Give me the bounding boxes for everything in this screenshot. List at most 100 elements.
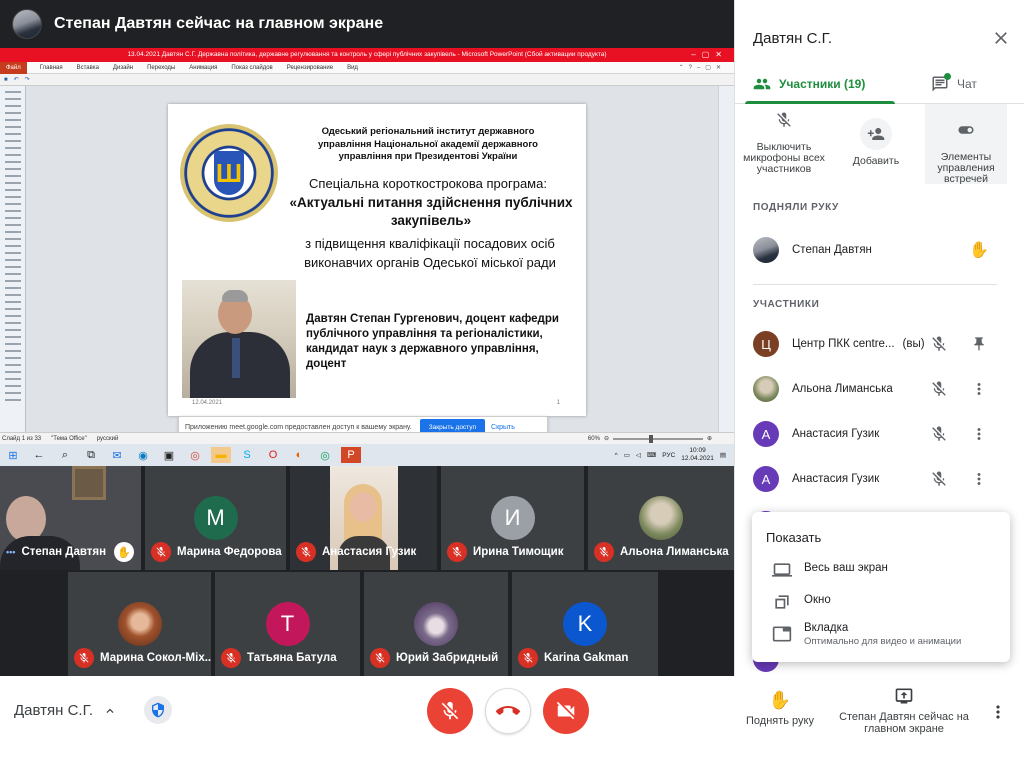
leave-call-button[interactable] (485, 688, 531, 734)
mute-all-button[interactable]: Выключить микрофоны всех участников (743, 104, 825, 184)
clock-time: 10:09 (689, 447, 706, 454)
input-language: РУС (662, 451, 676, 459)
more-options-button[interactable] (988, 702, 1008, 722)
unread-dot-icon (944, 73, 951, 80)
participant-row[interactable]: Ц Центр ПКК centre... (вы) (735, 322, 1024, 366)
keyboard-icon: ⌨ (646, 452, 657, 459)
share-notice-text: Приложению meet.google.com предоставлен … (185, 423, 412, 431)
window-icon (775, 595, 789, 609)
ppt-workspace: Ш Одеський регіональний інститут державн… (0, 86, 734, 432)
self-name-text: Давтян С.Г. (14, 702, 94, 719)
participant-row[interactable]: А Анастасия Гузик (735, 412, 1024, 456)
participant-avatar: K (563, 602, 607, 646)
participant-tile[interactable]: ••• Степан Давтян ✋ (0, 466, 141, 570)
participant-tile[interactable]: Альона Лиманська (588, 466, 734, 570)
ppt-tab: Вид (347, 64, 358, 71)
add-people-button[interactable]: Добавить (835, 104, 917, 184)
windows-start-icon: ⊞ (8, 449, 18, 462)
zoom-slider (612, 434, 703, 443)
present-tab-option[interactable]: Вкладка Оптимально для видео и анимации (752, 620, 1010, 648)
ppt-statusbar: Слайд 1 из 33 "Тема Office" русский 60% … (0, 432, 734, 444)
participant-name-text: Марина Федорова (177, 546, 282, 558)
more-vert-icon (977, 383, 981, 395)
back-icon: ← (33, 449, 45, 461)
ppt-tab: Анимация (189, 64, 218, 71)
panel-tabs: Участники (19) Чат (735, 64, 1024, 104)
ppt-language: русский (96, 435, 119, 442)
participant-tile[interactable]: Т Татьяна Батула (215, 572, 360, 676)
close-panel-button[interactable] (991, 28, 1011, 48)
meeting-controls-button[interactable]: Элементы управления встречей (925, 104, 1007, 185)
redo-icon: ↷ (24, 77, 30, 83)
camera-off-icon (556, 701, 575, 720)
participant-name: Karina Gakman (518, 648, 628, 668)
participant-tile[interactable]: М Марина Федорова (145, 466, 286, 570)
ppt-theme: "Тема Office" (51, 435, 87, 442)
tab-chat[interactable]: Чат (931, 64, 977, 104)
present-window-option[interactable]: Окно (752, 592, 1010, 612)
lower-hand-button[interactable]: ✋ (969, 240, 989, 260)
clock-date: 12.04.2021 (681, 455, 714, 462)
mic-off-icon (74, 648, 94, 668)
slide: Ш Одеський регіональний інститут державн… (168, 104, 586, 416)
present-option-hint: Оптимально для видео и анимации (804, 636, 962, 647)
monitor-icon (772, 563, 792, 577)
participant-row[interactable]: Альона Лиманська (735, 367, 1024, 411)
present-screen-icon (895, 688, 913, 704)
ppt-tab: Главная (39, 64, 63, 71)
divider (753, 284, 997, 285)
presenting-label: Степан Давтян сейчас на главном экране (839, 711, 969, 735)
participant-row[interactable]: А Анастасия Гузик (735, 457, 1024, 501)
pin-button[interactable] (969, 334, 989, 354)
zoom-in-icon: ⊕ (706, 436, 712, 442)
camera-toggle-button[interactable] (543, 688, 589, 734)
participant-photo (753, 376, 779, 402)
participant-tile[interactable]: Анастасия Гузик (290, 466, 437, 570)
zoom-out-icon: ⊖ (603, 436, 609, 442)
chevron-up-icon (106, 708, 114, 713)
tray-arrow-icon: ^ (614, 451, 618, 459)
participant-tile[interactable]: Юрий Забридный (364, 572, 508, 676)
meeting-details-toggle[interactable]: Давтян С.Г. (14, 702, 117, 719)
microphone-toggle-button[interactable] (427, 688, 473, 734)
participant-more-button[interactable] (969, 469, 989, 489)
participant-name-text: Марина Сокол-Міх... (100, 652, 211, 664)
mic-off-icon (768, 104, 800, 136)
slide-number: 1 (556, 400, 560, 406)
raise-hand-button[interactable]: ✋ Поднять руку (742, 690, 818, 727)
participant-more-button[interactable] (969, 379, 989, 399)
presenter-title: Степан Давтян сейчас на главном экране (54, 15, 384, 32)
mute-all-label: Выключить микрофоны всех участников (743, 141, 825, 175)
mic-off-icon (370, 648, 390, 668)
wall-picture (72, 466, 106, 500)
firefox-icon: ◐ (295, 449, 303, 461)
close-icon (995, 32, 1007, 44)
security-shield-icon[interactable] (144, 696, 172, 724)
shared-screen[interactable]: 13.04.2021 Давтян С.Г. Державна політика… (0, 48, 734, 466)
participant-tile[interactable]: Марина Сокол-Міх... (68, 572, 211, 676)
participant-more-button[interactable] (969, 424, 989, 444)
mic-off-icon (929, 469, 949, 489)
participant-avatar: М (193, 496, 238, 540)
participant-tile[interactable]: K Karina Gakman (512, 572, 658, 676)
tab-participants[interactable]: Участники (19) (753, 64, 865, 104)
present-entire-screen-option[interactable]: Весь ваш экран (752, 560, 1010, 580)
participant-name: Анастасия Гузик (296, 542, 416, 562)
participant-tile[interactable]: И Ирина Тимощик (441, 466, 584, 570)
mic-off-icon (929, 379, 949, 399)
raised-hands-header: ПОДНЯЛИ РУКУ (753, 202, 839, 213)
network-icon: ▭ (623, 452, 630, 459)
participants-header: УЧАСТНИКИ (753, 299, 820, 310)
save-icon: ■ (4, 76, 8, 83)
raised-hand-icon: ✋ (114, 542, 135, 562)
present-now-button[interactable]: Степан Давтян сейчас на главном экране (836, 686, 972, 735)
add-people-label: Добавить (852, 155, 900, 167)
raised-hand-row[interactable]: Степан Давтян ✋ (735, 228, 1024, 272)
person-add-icon (860, 118, 892, 150)
participant-name-text: Альона Лиманська (620, 546, 729, 558)
participant-name: Альона Лиманська (792, 383, 893, 395)
system-tray: ^ ▭ ◁ ⌨ РУС 10:09 12.04.2021 ▤ (615, 447, 734, 463)
ppt-zoom: 60% ⊖ ⊕ (588, 434, 712, 443)
present-menu-title: Показать (766, 530, 822, 545)
present-option-label: Вкладка (804, 622, 849, 634)
